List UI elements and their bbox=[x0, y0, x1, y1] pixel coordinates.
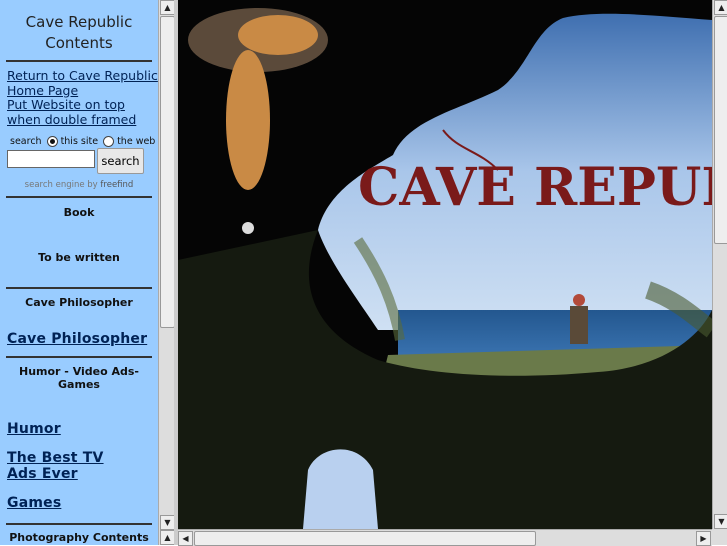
freefind-link[interactable]: freefind bbox=[100, 180, 133, 190]
triangle-down-icon[interactable]: ▼ bbox=[160, 515, 175, 530]
search-button[interactable]: search bbox=[97, 148, 144, 174]
book-header: Book bbox=[63, 206, 95, 219]
left-frame-scrollbar[interactable]: ▲ ▼ ▲ bbox=[158, 0, 175, 545]
right-frame-horizontal-scrollbar[interactable]: ◀ ▶ bbox=[178, 529, 712, 546]
search-engine-credit: search engine by freefind bbox=[0, 180, 158, 190]
cave-banner-image: CAVE REPUBLI bbox=[178, 0, 712, 529]
scroll-thumb[interactable] bbox=[194, 531, 536, 546]
triangle-up-icon[interactable]: ▲ bbox=[714, 0, 727, 15]
return-home-link[interactable]: Return to Cave Republic Home Page bbox=[0, 68, 158, 98]
radio-the-web-label: the web bbox=[117, 135, 156, 147]
triangle-right-icon[interactable]: ▶ bbox=[696, 531, 711, 546]
book-text: To be written bbox=[38, 251, 120, 264]
triangle-up-icon[interactable]: ▲ bbox=[160, 530, 175, 545]
divider bbox=[6, 287, 152, 289]
scroll-thumb[interactable] bbox=[714, 16, 727, 244]
triangle-down-icon[interactable]: ▼ bbox=[714, 514, 727, 529]
divider bbox=[6, 523, 152, 525]
contents-sections: Book To be written Cave Philosopher Cave… bbox=[0, 196, 158, 544]
divider bbox=[6, 60, 152, 62]
right-frame: CAVE REPUBLI bbox=[178, 0, 712, 529]
humor-link[interactable]: Humor bbox=[0, 421, 158, 437]
humor-header: Humor - Video Ads- Games bbox=[18, 365, 140, 391]
scrollbar-corner bbox=[712, 529, 727, 545]
triangle-up-icon[interactable]: ▲ bbox=[160, 0, 175, 15]
left-frame: Cave Republic Contents Return to Cave Re… bbox=[0, 0, 158, 545]
credit-prefix: search engine by bbox=[24, 180, 98, 190]
divider bbox=[6, 196, 152, 198]
philosopher-header: Cave Philosopher bbox=[25, 296, 133, 309]
search-input[interactable] bbox=[7, 150, 95, 168]
radio-the-web[interactable] bbox=[103, 135, 115, 147]
search-label: search bbox=[10, 135, 42, 147]
triangle-left-icon[interactable]: ◀ bbox=[178, 531, 193, 546]
search-form: search bbox=[7, 148, 144, 174]
website-on-top-link[interactable]: Put Website on top when double framed bbox=[0, 97, 158, 127]
contents-title: Cave Republic Contents bbox=[25, 13, 133, 52]
scroll-thumb[interactable] bbox=[160, 16, 175, 328]
radio-this-site-label: this site bbox=[60, 135, 99, 147]
divider bbox=[6, 356, 152, 358]
right-frame-vertical-scrollbar[interactable]: ▲ ▼ bbox=[712, 0, 727, 529]
best-tv-ads-link[interactable]: The Best TV Ads Ever bbox=[0, 450, 137, 482]
cave-philosopher-link[interactable]: Cave Philosopher bbox=[0, 331, 158, 347]
photography-header: Photography Contents bbox=[9, 531, 149, 544]
radio-this-site[interactable] bbox=[46, 135, 58, 147]
banner-title: CAVE REPUBLI bbox=[358, 157, 712, 218]
games-link[interactable]: Games bbox=[0, 495, 158, 511]
